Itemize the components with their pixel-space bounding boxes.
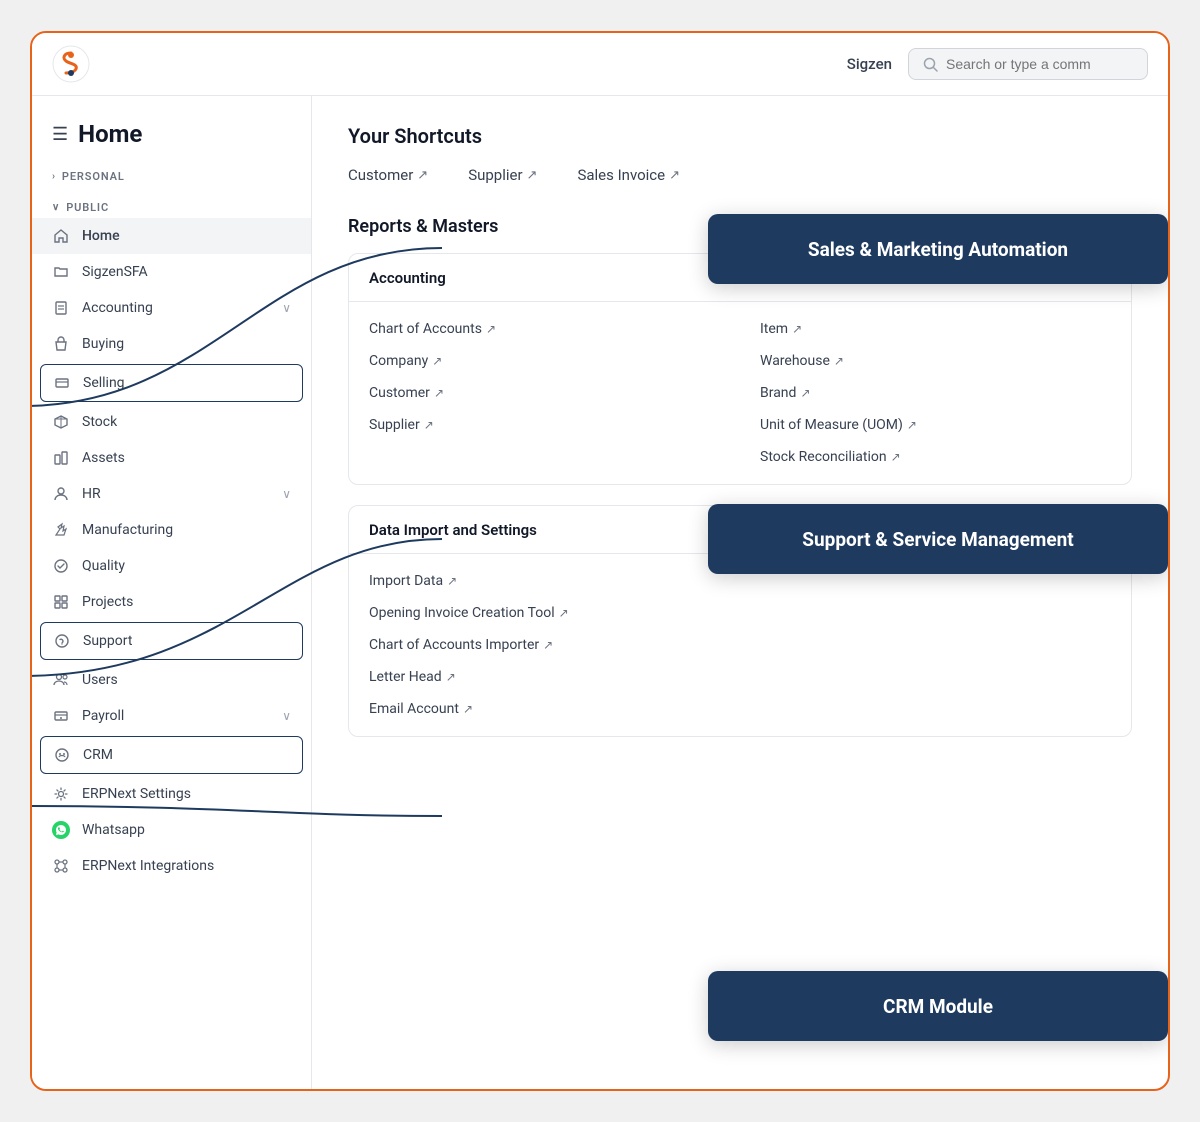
page-title-row: ☰ Home <box>32 112 311 164</box>
hr-chevron: ∨ <box>282 487 291 501</box>
sidebar-item-crm[interactable]: CRM <box>40 736 303 774</box>
sidebar-item-support[interactable]: Support <box>40 622 303 660</box>
sidebar-item-users[interactable]: Users <box>32 662 311 698</box>
selling-label: Selling <box>83 375 290 391</box>
support-label: Support <box>83 633 290 649</box>
sidebar-item-assets[interactable]: Assets <box>32 440 311 476</box>
payroll-label: Payroll <box>82 708 270 724</box>
link-company[interactable]: Company ↗ <box>369 350 720 372</box>
link-email-account[interactable]: Email Account ↗ <box>369 698 1111 720</box>
sidebar-item-hr[interactable]: HR ∨ <box>32 476 311 512</box>
assets-label: Assets <box>82 450 291 466</box>
stock-label: Stock <box>82 414 291 430</box>
sidebar-item-stock[interactable]: Stock <box>32 404 311 440</box>
sales-marketing-tooltip: Sales & Marketing Automation <box>708 214 1168 284</box>
link-uom[interactable]: Unit of Measure (UOM) ↗ <box>760 414 1111 436</box>
sidebar-item-payroll[interactable]: Payroll ∨ <box>32 698 311 734</box>
accounting-module-section: Accounting Chart of Accounts ↗ Item ↗ Co… <box>348 253 1132 485</box>
link-chart-of-accounts[interactable]: Chart of Accounts ↗ <box>369 318 720 340</box>
quality-icon <box>52 557 70 575</box>
projects-icon <box>52 593 70 611</box>
erpnext-settings-label: ERPNext Settings <box>82 786 291 802</box>
buying-label: Buying <box>82 336 291 352</box>
sidebar-item-home[interactable]: Home <box>32 218 311 254</box>
payroll-chevron: ∨ <box>282 709 291 723</box>
home-icon <box>52 227 70 245</box>
app-container: Sigzen ☰ Home › PERSONAL ∨ PUBLI <box>30 31 1170 1091</box>
shortcuts-title: Your Shortcuts <box>348 124 1132 148</box>
shortcut-customer[interactable]: Customer ↗ <box>348 166 428 184</box>
integrations-icon <box>52 857 70 875</box>
erpnext-integrations-label: ERPNext Integrations <box>82 858 291 874</box>
crm-icon <box>53 746 71 764</box>
shortcut-supplier[interactable]: Supplier ↗ <box>468 166 537 184</box>
card-icon <box>53 374 71 392</box>
hr-icon <box>52 485 70 503</box>
hr-label: HR <box>82 486 270 502</box>
main-layout: ☰ Home › PERSONAL ∨ PUBLIC Home <box>32 96 1168 1089</box>
sidebar-item-erpnext-integrations[interactable]: ERPNext Integrations <box>32 848 311 884</box>
whatsapp-label: Whatsapp <box>82 822 291 838</box>
manufacturing-icon <box>52 521 70 539</box>
link-brand[interactable]: Brand ↗ <box>760 382 1111 404</box>
settings-icon <box>52 785 70 803</box>
topbar-username: Sigzen <box>847 55 892 73</box>
sidebar: ☰ Home › PERSONAL ∨ PUBLIC Home <box>32 96 312 1089</box>
payroll-icon <box>52 707 70 725</box>
link-item[interactable]: Item ↗ <box>760 318 1111 340</box>
shortcuts-row: Customer ↗ Supplier ↗ Sales Invoice ↗ <box>348 166 1132 184</box>
assets-icon <box>52 449 70 467</box>
home-label: Home <box>82 228 291 244</box>
sidebar-item-whatsapp[interactable]: Whatsapp <box>32 812 311 848</box>
crm-label: CRM <box>83 747 290 763</box>
content-area: Your Shortcuts Customer ↗ Supplier ↗ Sal… <box>312 96 1168 1089</box>
data-import-module-body: Import Data ↗ Opening Invoice Creation T… <box>349 554 1131 736</box>
link-opening-invoice[interactable]: Opening Invoice Creation Tool ↗ <box>369 602 1111 624</box>
register-icon <box>52 299 70 317</box>
accounting-label: Accounting <box>82 300 270 316</box>
personal-section-label: › PERSONAL <box>32 164 311 187</box>
accounting-module-body: Chart of Accounts ↗ Item ↗ Company ↗ War… <box>349 302 1131 484</box>
topbar: Sigzen <box>32 33 1168 96</box>
projects-label: Projects <box>82 594 291 610</box>
accounting-module-title: Accounting <box>369 269 446 287</box>
box-icon <box>52 413 70 431</box>
sidebar-item-manufacturing[interactable]: Manufacturing <box>32 512 311 548</box>
link-supplier[interactable]: Supplier ↗ <box>369 414 720 436</box>
folder-icon <box>52 263 70 281</box>
quality-label: Quality <box>82 558 291 574</box>
support-icon <box>53 632 71 650</box>
link-customer[interactable]: Customer ↗ <box>369 382 720 404</box>
manufacturing-label: Manufacturing <box>82 522 291 538</box>
sigzensfa-label: SigzenSFA <box>82 264 291 280</box>
hamburger-icon[interactable]: ☰ <box>52 124 68 145</box>
crm-module-tooltip: CRM Module <box>708 971 1168 1041</box>
sidebar-item-buying[interactable]: Buying <box>32 326 311 362</box>
users-label: Users <box>82 672 291 688</box>
public-section-label: ∨ PUBLIC <box>32 195 311 218</box>
link-chart-accounts-importer[interactable]: Chart of Accounts Importer ↗ <box>369 634 1111 656</box>
users-icon <box>52 671 70 689</box>
shortcut-sales-invoice[interactable]: Sales Invoice ↗ <box>577 166 680 184</box>
sidebar-item-selling[interactable]: Selling <box>40 364 303 402</box>
page-title: Home <box>78 120 142 148</box>
link-stock-reconciliation[interactable]: Stock Reconciliation ↗ <box>760 446 1111 468</box>
search-icon <box>923 57 938 72</box>
data-import-module-title: Data Import and Settings <box>369 521 537 539</box>
sidebar-item-sigzensfa[interactable]: SigzenSFA <box>32 254 311 290</box>
accounting-chevron: ∨ <box>282 301 291 315</box>
link-letter-head[interactable]: Letter Head ↗ <box>369 666 1111 688</box>
link-warehouse[interactable]: Warehouse ↗ <box>760 350 1111 372</box>
bag-icon <box>52 335 70 353</box>
sidebar-item-erpnext-settings[interactable]: ERPNext Settings <box>32 776 311 812</box>
whatsapp-icon <box>52 821 70 839</box>
support-service-tooltip: Support & Service Management <box>708 504 1168 574</box>
logo <box>52 45 90 83</box>
sidebar-item-quality[interactable]: Quality <box>32 548 311 584</box>
sidebar-item-accounting[interactable]: Accounting ∨ <box>32 290 311 326</box>
search-input[interactable] <box>946 56 1133 72</box>
search-box[interactable] <box>908 48 1148 80</box>
sidebar-item-projects[interactable]: Projects <box>32 584 311 620</box>
